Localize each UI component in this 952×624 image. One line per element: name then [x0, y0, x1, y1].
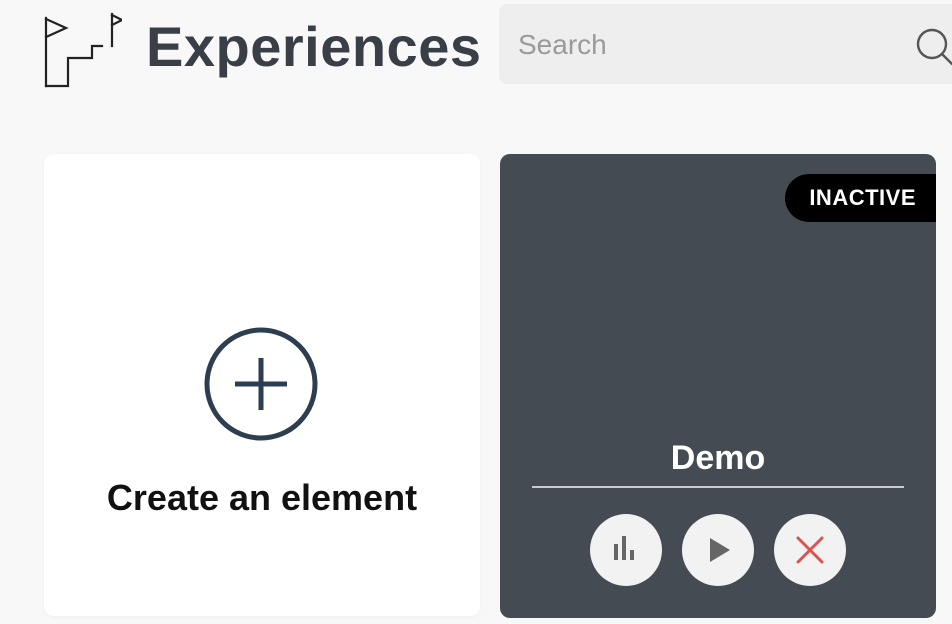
delete-button[interactable] — [774, 514, 846, 586]
play-icon — [710, 538, 730, 562]
plus-circle-icon — [204, 327, 318, 441]
flags-stairs-logo — [44, 12, 122, 88]
card-divider — [532, 486, 904, 488]
close-icon — [796, 536, 824, 564]
page-header: Experiences Search — [0, 0, 952, 110]
create-element-label: Create an element — [106, 477, 418, 518]
experience-card: INACTIVE Demo — [500, 154, 936, 618]
experience-title: Demo — [670, 439, 766, 477]
search-icon[interactable] — [914, 26, 952, 66]
stats-button[interactable] — [590, 514, 662, 586]
search-input[interactable]: Search — [499, 4, 952, 84]
play-button[interactable] — [682, 514, 754, 586]
status-badge: INACTIVE — [785, 174, 936, 222]
bar-chart-icon — [614, 536, 634, 560]
create-element-card[interactable]: Create an element — [44, 154, 480, 616]
page-title: Experiences — [146, 15, 482, 78]
search-placeholder: Search — [518, 29, 607, 60]
